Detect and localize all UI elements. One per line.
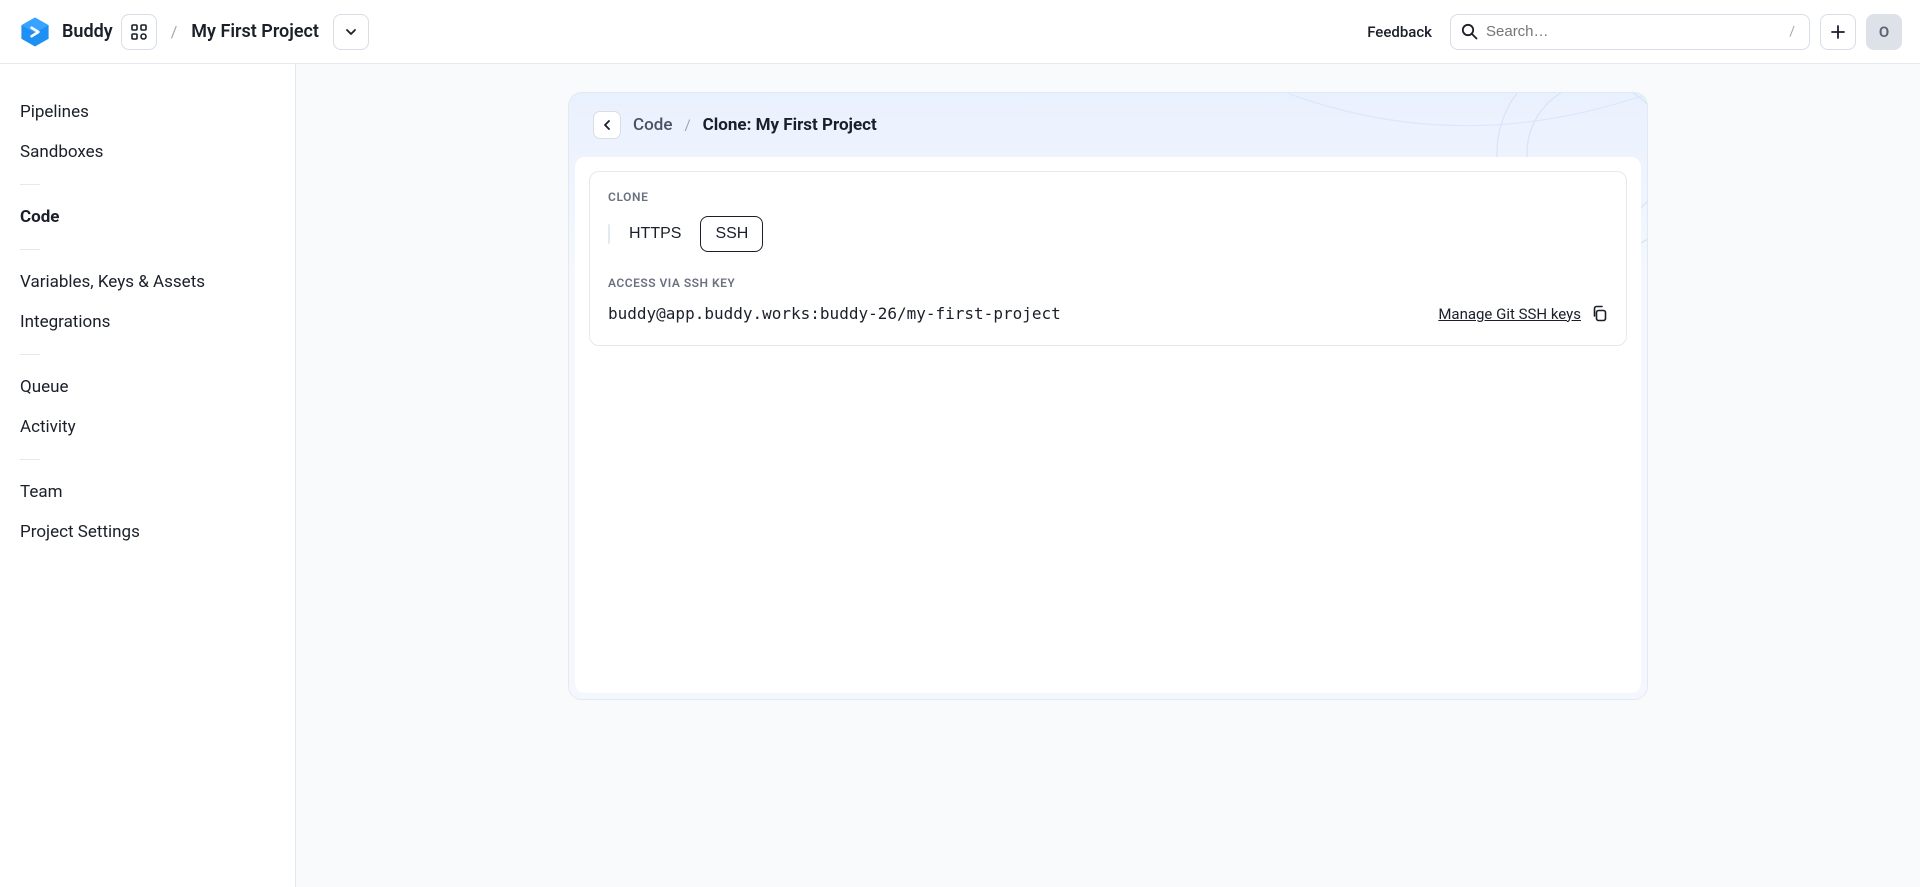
tab-https[interactable]: HTTPS <box>614 216 696 252</box>
sidebar-separator <box>20 249 40 250</box>
search-box[interactable]: / <box>1450 14 1810 50</box>
manage-ssh-keys-link[interactable]: Manage Git SSH keys <box>1438 305 1581 323</box>
topbar: Buddy / My First Project Feedback / <box>0 0 1920 64</box>
workspace-switcher-button[interactable] <box>121 14 157 50</box>
back-button[interactable] <box>593 111 621 139</box>
breadcrumb-parent[interactable]: Code <box>633 115 672 135</box>
user-avatar[interactable]: O <box>1866 14 1902 50</box>
topbar-left: Buddy / My First Project <box>18 14 369 50</box>
breadcrumb-current: Clone: My First Project <box>703 115 877 135</box>
sidebar-item-project-settings[interactable]: Project Settings <box>20 512 275 552</box>
copy-icon <box>1591 305 1608 322</box>
tab-ssh[interactable]: SSH <box>700 216 763 252</box>
main: Code / Clone: My First Project Clone HTT… <box>296 64 1920 887</box>
sidebar-item-queue[interactable]: Queue <box>20 367 275 407</box>
apps-grid-icon <box>131 24 147 40</box>
search-shortcut-hint: / <box>1785 24 1799 40</box>
buddy-logo[interactable] <box>18 15 52 49</box>
sidebar-item-sandboxes[interactable]: Sandboxes <box>20 132 275 172</box>
access-method-label: Access via SSH key <box>608 276 1608 290</box>
sidebar-item-code[interactable]: Code <box>20 197 275 237</box>
sidebar-item-activity[interactable]: Activity <box>20 407 275 447</box>
clone-url-row: buddy@app.buddy.works:buddy-26/my-first-… <box>608 304 1608 323</box>
sidebar-item-pipelines[interactable]: Pipelines <box>20 92 275 132</box>
clone-url-actions: Manage Git SSH keys <box>1438 305 1608 323</box>
clone-section-label: Clone <box>608 190 1608 204</box>
panel-body: Clone HTTPS SSH Access via SSH key buddy… <box>575 157 1641 693</box>
chevron-left-icon <box>601 119 613 131</box>
sidebar: Pipelines Sandboxes Code Variables, Keys… <box>0 64 296 887</box>
clone-card: Clone HTTPS SSH Access via SSH key buddy… <box>589 171 1627 346</box>
sidebar-item-integrations[interactable]: Integrations <box>20 302 275 342</box>
breadcrumb-separator: / <box>684 116 690 134</box>
panel-header: Code / Clone: My First Project <box>569 93 1647 157</box>
project-dropdown-button[interactable] <box>333 14 369 50</box>
sidebar-separator <box>20 354 40 355</box>
avatar-letter: O <box>1879 23 1889 41</box>
chevron-down-icon <box>344 25 358 39</box>
brand-name[interactable]: Buddy <box>62 21 113 42</box>
main-panel: Code / Clone: My First Project Clone HTT… <box>568 92 1648 700</box>
breadcrumb-separator: / <box>171 22 178 41</box>
project-name[interactable]: My First Project <box>191 21 319 42</box>
copy-url-button[interactable] <box>1591 305 1608 322</box>
plus-icon <box>1831 25 1845 39</box>
search-input[interactable] <box>1486 23 1785 40</box>
search-icon <box>1461 23 1478 40</box>
sidebar-item-variables[interactable]: Variables, Keys & Assets <box>20 262 275 302</box>
clone-protocol-toggle: HTTPS SSH <box>608 216 1608 252</box>
clone-url: buddy@app.buddy.works:buddy-26/my-first-… <box>608 304 1061 323</box>
segmented-indicator <box>608 224 610 244</box>
sidebar-item-team[interactable]: Team <box>20 472 275 512</box>
sidebar-separator <box>20 184 40 185</box>
create-new-button[interactable] <box>1820 14 1856 50</box>
sidebar-separator <box>20 459 40 460</box>
feedback-link[interactable]: Feedback <box>1367 23 1432 41</box>
